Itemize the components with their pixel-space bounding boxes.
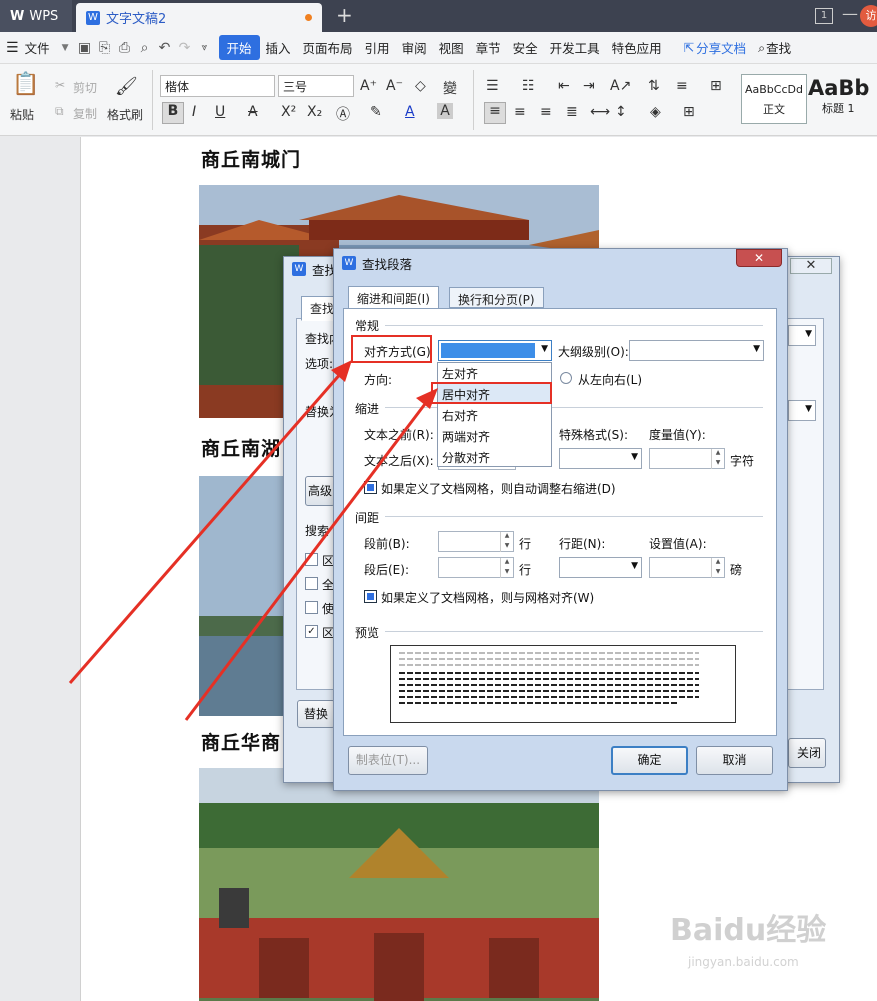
watermark-url: jingyan.baidu.com (688, 955, 799, 969)
annotation-arrow-to-center (184, 399, 430, 721)
arrow-head-icon (416, 388, 438, 409)
watermark: Baidu经验 (670, 913, 827, 948)
annotation-arrow-to-align (68, 371, 344, 684)
annotation-arrows (68, 360, 438, 721)
